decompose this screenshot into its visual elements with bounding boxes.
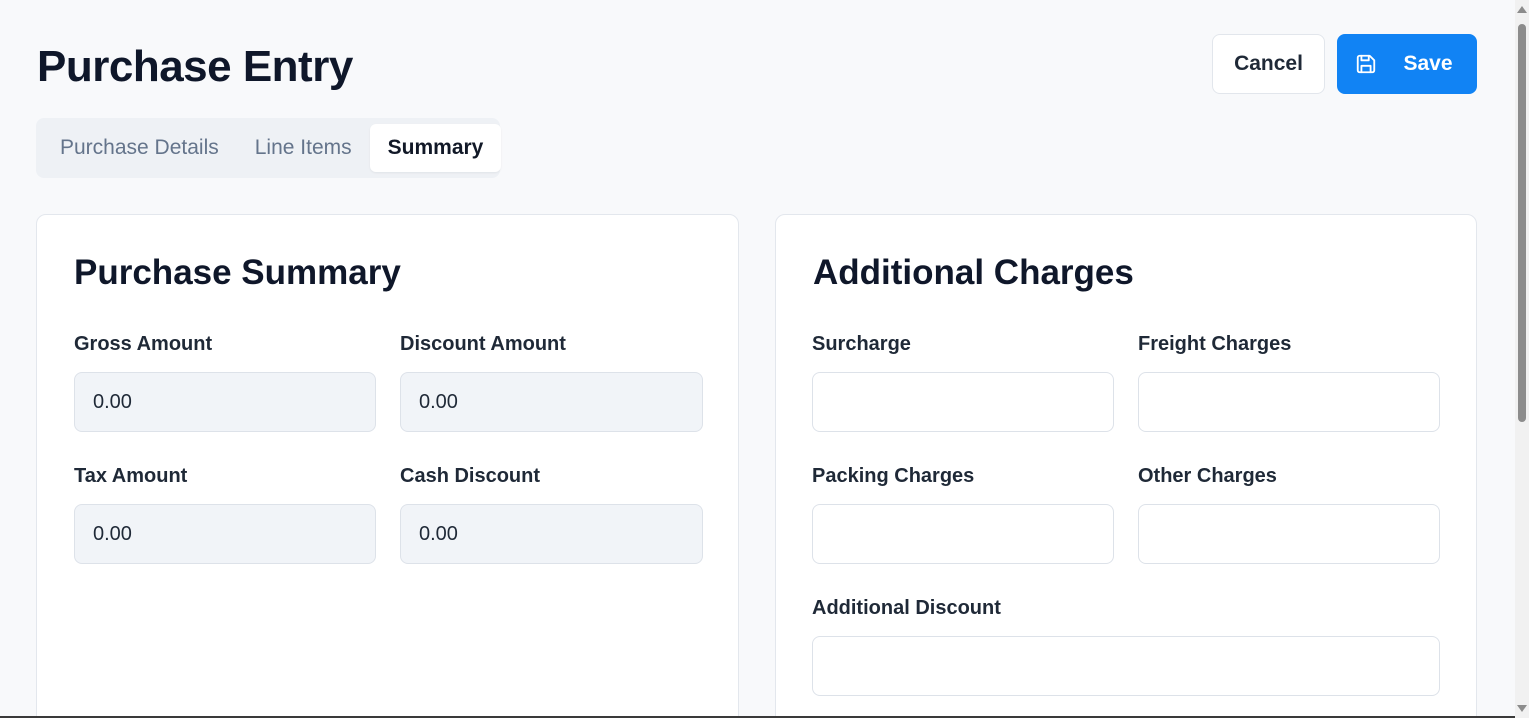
tab-label: Purchase Details <box>60 136 219 159</box>
surcharge-label: Surcharge <box>812 333 911 355</box>
tab-summary[interactable]: Summary <box>369 124 502 172</box>
purchase-entry-page: Purchase Entry Cancel Save Purchase Deta… <box>0 0 1529 718</box>
additional-discount-label: Additional Discount <box>812 597 1001 619</box>
packing-charges-label: Packing Charges <box>812 465 975 487</box>
cash-discount-field[interactable]: 0.00 <box>400 504 703 564</box>
purchase-summary-title: Purchase Summary <box>74 253 401 292</box>
tax-amount-field[interactable]: 0.00 <box>74 504 376 564</box>
additional-charges-title: Additional Charges <box>813 253 1134 292</box>
vertical-scrollbar[interactable] <box>1515 0 1529 718</box>
page-title: Purchase Entry <box>37 42 353 91</box>
cancel-button-label: Cancel <box>1234 52 1303 75</box>
tab-line-items[interactable]: Line Items <box>237 124 370 172</box>
packing-charges-input[interactable] <box>812 504 1114 564</box>
tab-bar: Purchase Details Line Items Summary <box>36 118 502 178</box>
purchase-summary-card: Purchase Summary Gross Amount 0.00 Disco… <box>36 214 739 718</box>
cash-discount-label: Cash Discount <box>400 465 541 487</box>
save-button-label: Save <box>1403 52 1453 75</box>
surcharge-input[interactable] <box>812 372 1114 432</box>
gross-amount-value: 0.00 <box>93 390 132 413</box>
other-charges-label: Other Charges <box>1138 465 1277 487</box>
tax-amount-value: 0.00 <box>93 522 132 545</box>
scroll-thumb[interactable] <box>1518 24 1526 422</box>
cash-discount-value: 0.00 <box>419 522 458 545</box>
freight-charges-label: Freight Charges <box>1138 333 1292 355</box>
discount-amount-field[interactable]: 0.00 <box>400 372 703 432</box>
tab-purchase-details[interactable]: Purchase Details <box>42 124 237 172</box>
scroll-up-arrow-icon[interactable] <box>1517 6 1527 13</box>
floppy-disk-icon <box>1355 53 1377 75</box>
save-button[interactable]: Save <box>1337 34 1477 94</box>
additional-charges-card: Additional Charges Surcharge Freight Cha… <box>775 214 1477 718</box>
cancel-button[interactable]: Cancel <box>1212 34 1325 94</box>
additional-discount-input[interactable] <box>812 636 1440 696</box>
tab-label: Summary <box>387 136 484 159</box>
tab-label: Line Items <box>254 136 352 159</box>
freight-charges-input[interactable] <box>1138 372 1440 432</box>
discount-amount-value: 0.00 <box>419 390 458 413</box>
tax-amount-label: Tax Amount <box>74 465 188 487</box>
discount-amount-label: Discount Amount <box>400 333 566 355</box>
scroll-down-arrow-icon[interactable] <box>1517 705 1527 712</box>
gross-amount-field[interactable]: 0.00 <box>74 372 376 432</box>
other-charges-input[interactable] <box>1138 504 1440 564</box>
gross-amount-label: Gross Amount <box>74 333 213 355</box>
